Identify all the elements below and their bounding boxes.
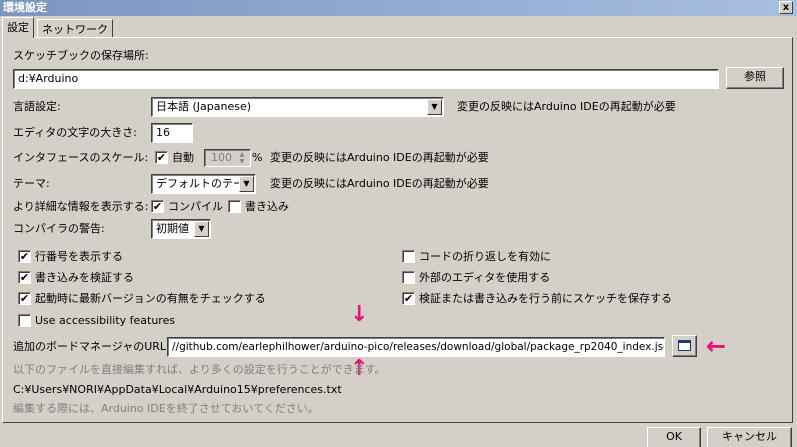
- chevron-down-icon[interactable]: ▼: [239, 176, 254, 192]
- warnings-label: コンパイラの警告:: [13, 222, 105, 235]
- external-editor-checkbox[interactable]: [402, 271, 415, 284]
- annotation-arrow-down: ↓: [350, 302, 369, 327]
- font-size-label: エディタの文字の大きさ:: [13, 126, 137, 139]
- warnings-value: 初期値: [156, 222, 189, 235]
- language-label: 言語設定:: [13, 100, 61, 113]
- accessibility-checkbox[interactable]: [18, 314, 31, 327]
- direct-edit-hint: 以下のファイルを直接編集すれば、より多くの設定を行うことができます。: [13, 363, 386, 376]
- code-folding-checkbox[interactable]: [402, 250, 415, 263]
- verbose-compile-checkbox[interactable]: ✔: [151, 200, 164, 213]
- verbose-compile-label: コンパイル: [168, 200, 223, 213]
- ok-button[interactable]: OK: [647, 427, 701, 447]
- language-restart-note: 変更の反映にはArduino IDEの再起動が必要: [457, 100, 676, 113]
- scale-auto-label: 自動: [172, 151, 194, 164]
- external-editor-label: 外部のエディタを使用する: [419, 271, 551, 284]
- verbose-label: より詳細な情報を表示する:: [13, 200, 149, 213]
- check-updates-checkbox[interactable]: ✔: [18, 292, 31, 305]
- preferences-path: C:¥Users¥NORI¥AppData¥Local¥Arduino15¥pr…: [13, 383, 342, 396]
- spinner-arrows-icon: ▲ ▼: [239, 151, 245, 165]
- line-numbers-label: 行番号を表示する: [35, 250, 123, 263]
- save-before-verify-label: 検証または書き込みを行う前にスケッチを保存する: [419, 292, 672, 305]
- line-numbers-checkbox[interactable]: ✔: [18, 250, 31, 263]
- language-select[interactable]: 日本語 (Japanese) ▼: [151, 97, 444, 117]
- verify-upload-checkbox[interactable]: ✔: [18, 271, 31, 284]
- tab-settings[interactable]: 設定: [2, 17, 34, 38]
- scale-percent-input: 100 ▲ ▼: [204, 149, 251, 167]
- sketchbook-path-input[interactable]: d:¥Arduino: [13, 69, 719, 89]
- browse-button[interactable]: 参照: [726, 67, 784, 89]
- verbose-upload-label: 書き込み: [245, 200, 289, 213]
- edit-urls-button[interactable]: [672, 335, 697, 357]
- verify-upload-label: 書き込みを検証する: [35, 271, 134, 284]
- annotation-arrow-left: ←: [706, 332, 727, 360]
- theme-label: テーマ:: [13, 177, 50, 190]
- verbose-upload-checkbox[interactable]: [228, 200, 241, 213]
- edit-warning-note: 編集する際には、Arduino IDEを終了させておいてください。: [13, 402, 319, 415]
- check-updates-label: 起動時に最新バージョンの有無をチェックする: [35, 292, 266, 305]
- code-folding-label: コードの折り返しを有効に: [419, 250, 551, 263]
- sketchbook-label: スケッチブックの保存場所:: [13, 49, 149, 62]
- save-before-verify-checkbox[interactable]: ✔: [402, 292, 415, 305]
- chevron-down-icon[interactable]: ▼: [194, 221, 209, 237]
- scale-auto-checkbox[interactable]: ✔: [155, 151, 168, 164]
- theme-select[interactable]: デフォルトのテーマ ▼: [151, 174, 256, 194]
- window-icon: [678, 340, 691, 351]
- close-button[interactable]: x: [779, 1, 793, 14]
- scale-unit: %: [252, 151, 263, 164]
- tab-network[interactable]: ネットワーク: [37, 19, 113, 38]
- font-size-input[interactable]: 16: [151, 123, 193, 143]
- scale-label: インタフェースのスケール:: [13, 151, 149, 164]
- warnings-select[interactable]: 初期値 ▼: [151, 219, 211, 239]
- language-value: 日本語 (Japanese): [156, 100, 252, 113]
- accessibility-label: Use accessibility features: [35, 314, 176, 327]
- scale-restart-note: 変更の反映にはArduino IDEの再起動が必要: [270, 151, 489, 164]
- chevron-down-icon[interactable]: ▼: [427, 99, 442, 115]
- boards-url-input[interactable]: //github.com/earlephilhower/arduino-pico…: [167, 337, 665, 357]
- theme-restart-note: 変更の反映にはArduino IDEの再起動が必要: [270, 177, 489, 190]
- boards-url-label: 追加のボードマネージャのURL:: [13, 340, 170, 353]
- title-bar: 環境設定 x: [0, 0, 797, 16]
- window-title: 環境設定: [3, 1, 47, 14]
- cancel-button[interactable]: キャンセル: [707, 427, 792, 447]
- scale-value: 100: [211, 151, 232, 164]
